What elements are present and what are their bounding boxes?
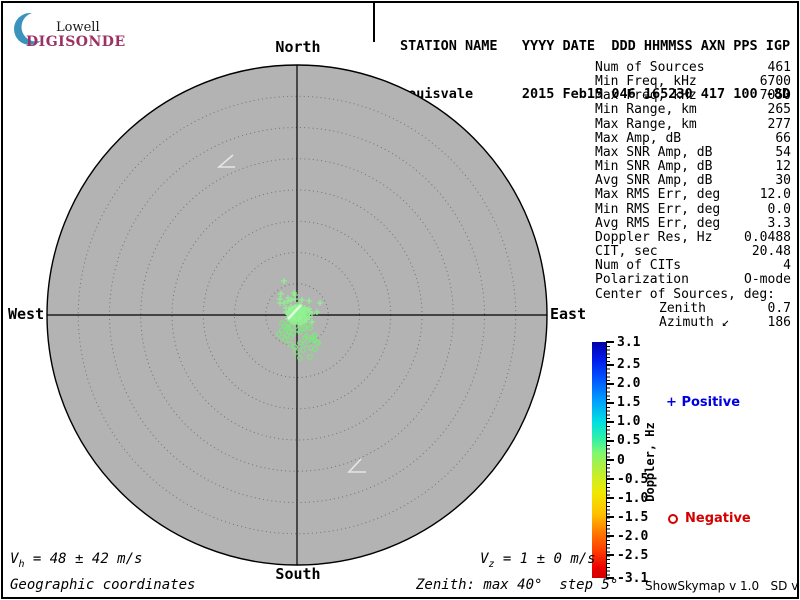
colorbar-tick-label: -2.5 <box>617 547 649 563</box>
colorbar-tick-label: -1.5 <box>617 509 649 525</box>
stat-label: Max SNR Amp, dB <box>595 144 713 160</box>
stat-row: Max Freq, kHz 7050 <box>595 89 791 103</box>
stat-value: O-mode <box>744 272 791 288</box>
colorbar-major-tick <box>606 497 614 500</box>
stat-label: Num of CITs <box>595 258 682 274</box>
stat-label: Max Amp, dB <box>595 130 682 146</box>
stat-row: Max SNR Amp, dB 54 <box>595 144 791 160</box>
stat-label: Doppler Res, Hz <box>595 229 713 245</box>
colorbar-tick-label: 1.5 <box>617 395 641 411</box>
stat-label: Zenith <box>659 300 706 316</box>
colorbar-title: Doppler, Hz <box>643 422 657 502</box>
stat-row: Min Range, km 265 <box>595 103 791 117</box>
colorbar-tick-label: 2.0 <box>617 376 641 392</box>
legend-positive: + Positive <box>666 395 740 410</box>
stat-label: Num of Sources <box>595 60 705 75</box>
zenith-range-note: Zenith: max 40° step 5° <box>416 577 619 593</box>
positive-marker-icon: + <box>666 395 677 410</box>
stat-row: Polarization O-mode <box>595 273 791 287</box>
stat-row: Avg SNR Amp, dB 30 <box>595 174 791 188</box>
stat-row: Max Amp, dB 66 <box>595 130 791 146</box>
stat-value: 7050 <box>759 88 791 104</box>
stat-label: Max Range, km <box>595 116 697 132</box>
version-text: ShowSkymap v 1.0 SD v 5.1 <box>645 579 799 593</box>
stat-row: CIT, sec 20.48 <box>595 244 791 260</box>
stat-label: Center of Sources, deg: <box>595 286 776 302</box>
stat-label: Min Range, km <box>595 102 697 118</box>
stats-panel: Num of Sources 461 Min Freq, kHz 6700 Max Fr… <box>595 60 791 330</box>
stat-value: 0.0488 <box>744 229 791 245</box>
legend-positive-label: Positive <box>681 395 741 410</box>
stat-row: Max RMS Err, deg 12.0 <box>595 188 791 202</box>
stat-value: 461 <box>767 60 791 75</box>
stat-row: Center of Sources, deg: <box>595 286 791 302</box>
colorbar-major-tick <box>606 478 614 481</box>
negative-marker-icon <box>668 513 678 524</box>
stat-row: Min RMS Err, deg 0.0 <box>595 201 791 217</box>
colorbar-major-tick <box>606 459 614 461</box>
colorbar-tick-label: 2.5 <box>617 357 641 373</box>
legend-negative-label: Negative <box>685 511 751 526</box>
stat-label: Azimuth ↙ <box>659 314 730 330</box>
stat-value: 30 <box>775 173 791 189</box>
stat-label: Avg SNR Amp, dB <box>595 173 713 189</box>
stat-row: Min SNR Amp, dB 12 <box>595 159 791 175</box>
compass-label-east: East <box>550 305 587 323</box>
compass-label-north: North <box>275 38 321 56</box>
stat-value: 265 <box>767 102 791 118</box>
stat-value: 12.0 <box>759 187 791 203</box>
skymap-plot <box>46 64 548 566</box>
colorbar-major-tick <box>606 516 614 519</box>
stat-value: 277 <box>767 116 791 132</box>
legend-negative: Negative <box>668 511 751 526</box>
stat-row: Num of CITs 4 <box>595 259 791 273</box>
colorbar-tick-label: -2.0 <box>617 528 649 544</box>
stat-value: 66 <box>775 130 791 146</box>
stat-value: 0.7 <box>767 300 791 316</box>
stat-value: 0.0 <box>767 201 791 217</box>
stat-label: Max Freq, kHz <box>595 88 697 104</box>
compass-label-south: South <box>275 565 321 583</box>
stat-label: Min RMS Err, deg <box>595 201 721 217</box>
stat-label: CIT, sec <box>595 244 658 260</box>
stat-label: Avg RMS Err, deg <box>595 215 721 231</box>
colorbar-major-tick <box>606 382 614 385</box>
colorbar-major-tick <box>606 554 614 557</box>
stat-label: Min Freq, kHz <box>595 74 697 90</box>
stat-row: Max Range, km 277 <box>595 116 791 132</box>
stat-value: 54 <box>775 144 791 160</box>
stat-row: Azimuth ↙ 186 <box>595 314 791 330</box>
colorbar-major-tick <box>606 401 614 404</box>
showskymap-window: Lowell DIGISONDE STATION NAME YYYY DATE … <box>0 0 800 600</box>
compass-label-west: West <box>8 305 45 323</box>
colorbar-major-tick <box>606 420 614 423</box>
colorbar-major-tick <box>606 439 614 442</box>
stat-label: Max RMS Err, deg <box>595 187 721 203</box>
stat-row: Zenith 0.7 <box>595 300 791 316</box>
horizontal-velocity-text: Vh = 48 ± 42 m/s <box>10 551 143 570</box>
stat-label: Polarization <box>595 272 689 288</box>
colorbar-major-tick <box>606 341 614 343</box>
stat-value: 20.48 <box>751 244 791 260</box>
stat-row: Avg RMS Err, deg 3.3 <box>595 215 791 231</box>
stat-value: 4 <box>783 258 791 274</box>
stat-value: 3.3 <box>767 215 791 231</box>
stat-row: Num of Sources 461 <box>595 60 791 75</box>
stat-row: Doppler Res, Hz 0.0488 <box>595 229 791 245</box>
colorbar-tick-label: 3.1 <box>617 334 641 350</box>
coordinates-note: Geographic coordinates <box>10 577 196 593</box>
stat-value: 12 <box>775 159 791 175</box>
stat-value: 6700 <box>759 74 791 90</box>
colorbar-major-tick <box>606 535 614 538</box>
stat-label: Min SNR Amp, dB <box>595 159 713 175</box>
stat-value: 186 <box>767 314 791 330</box>
stat-row: Min Freq, kHz 6700 <box>595 75 791 89</box>
doppler-colorbar <box>592 342 606 578</box>
vertical-velocity-text: Vz = 1 ± 0 m/s <box>480 551 596 570</box>
colorbar-major-tick <box>606 363 614 366</box>
